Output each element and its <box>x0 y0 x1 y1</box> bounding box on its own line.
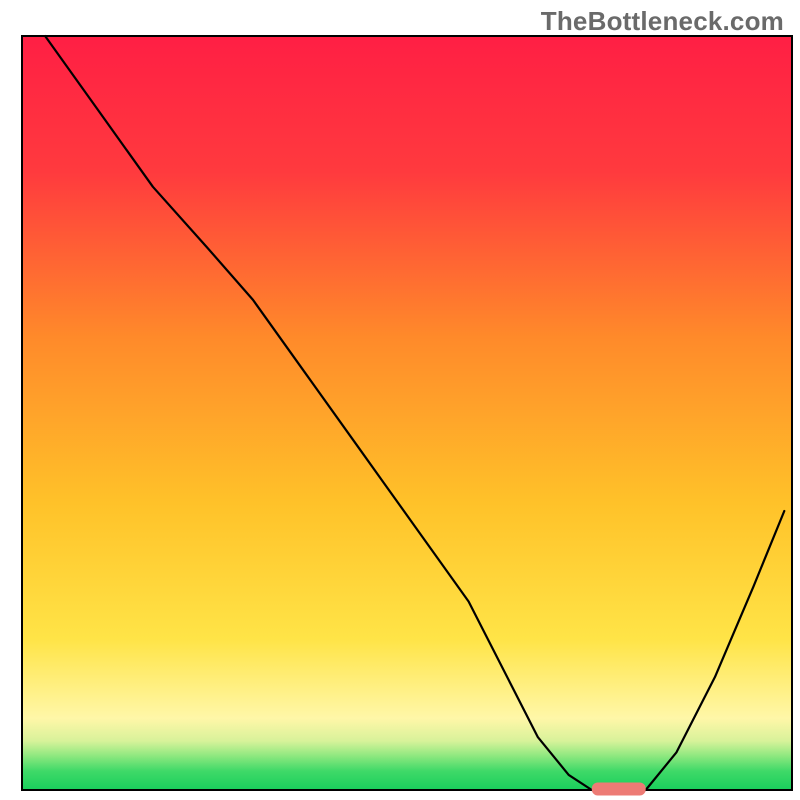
chart-svg <box>0 0 800 800</box>
chart-stage: TheBottleneck.com <box>0 0 800 800</box>
recommended-marker <box>592 783 646 796</box>
plot-background <box>22 36 792 790</box>
